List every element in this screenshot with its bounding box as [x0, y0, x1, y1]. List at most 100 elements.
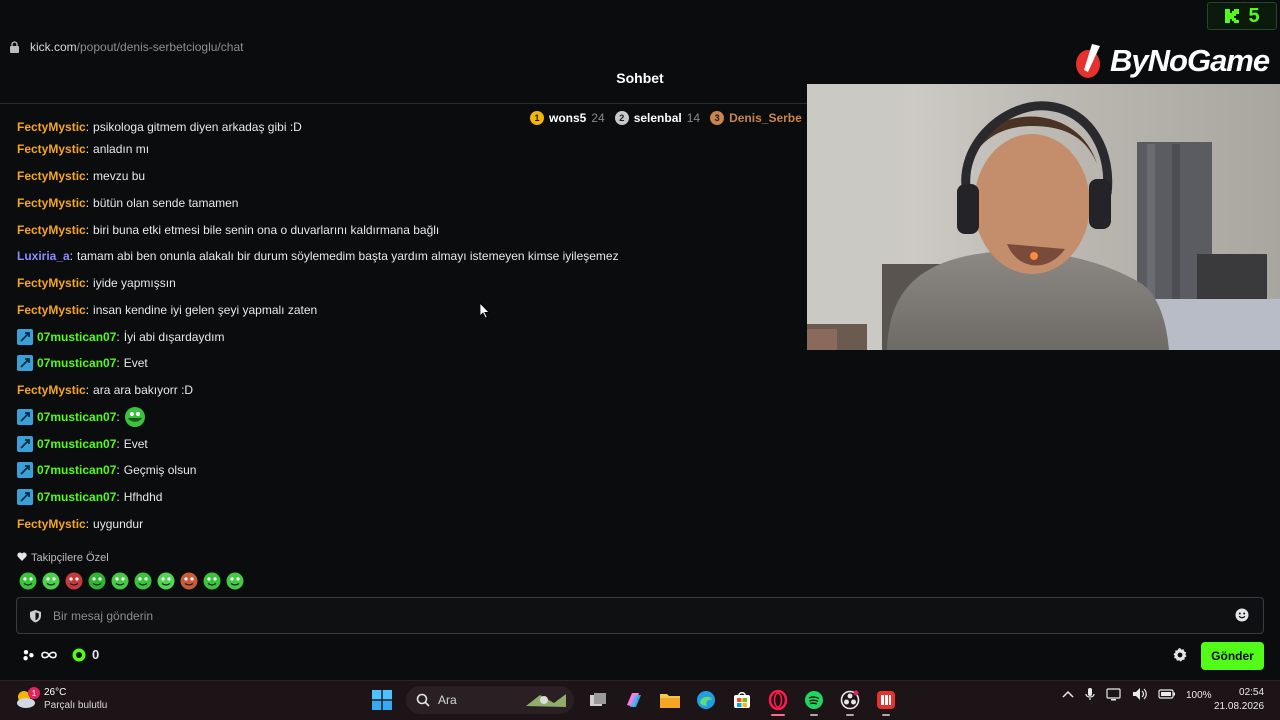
taskbar-search[interactable]: Ara [406, 686, 574, 714]
people-icon [23, 649, 34, 660]
task-view-icon[interactable] [586, 686, 610, 714]
bynogame-logo-icon [1076, 44, 1100, 78]
chat-username[interactable]: FectyMystic [17, 122, 86, 134]
address-bar[interactable]: kick.com/popout/denis-serbetcioglu/chat [0, 30, 800, 64]
message-colon: : [85, 222, 90, 237]
emoji-picker-icon[interactable] [1235, 608, 1251, 624]
emote-icon[interactable] [225, 571, 245, 591]
network-icon[interactable] [1106, 687, 1122, 704]
microphone-icon[interactable] [1084, 687, 1096, 704]
chat-message: 07mustican07: Evet [17, 430, 797, 457]
moderator-badge-icon [17, 328, 33, 345]
channel-points[interactable]: 0 [72, 647, 99, 662]
chat-input-box[interactable] [16, 597, 1264, 634]
emote-quick-row [18, 571, 245, 591]
chat-settings-icon[interactable] [1172, 647, 1188, 663]
chat-username[interactable]: 07mustican07 [37, 410, 116, 424]
obs-icon[interactable] [838, 686, 862, 716]
mouse-cursor [480, 303, 490, 319]
message-colon: : [85, 383, 90, 398]
edge-icon[interactable] [694, 686, 718, 714]
message-colon: : [69, 249, 74, 264]
opera-gx-icon[interactable] [766, 686, 790, 716]
chat-messages[interactable]: FectyMystic: psikologa gitmem diyen arkad… [17, 122, 797, 546]
chat-message: FectyMystic: ara ara bakıyorr :D [17, 377, 797, 404]
spotify-icon[interactable] [802, 686, 826, 716]
emote-icon[interactable] [18, 571, 38, 591]
chat-message-text: İyi abi dışardaydım [123, 329, 225, 344]
chat-message-text: insan kendine iyi gelen şeyi yapmalı zat… [93, 302, 318, 317]
microsoft-store-icon[interactable] [730, 686, 754, 714]
moderator-badge-icon [17, 462, 33, 479]
chat-username[interactable]: 07mustican07 [37, 490, 116, 504]
chat-username[interactable]: FectyMystic [17, 303, 86, 317]
system-clock[interactable]: 02:54 21.08.2026 [1214, 686, 1264, 714]
moderator-badge-icon [17, 435, 33, 452]
chat-username[interactable]: FectyMystic [17, 517, 86, 531]
bynogame-logo-text: ByNoGame [1110, 43, 1270, 78]
chat-message: FectyMystic: biri buna etki etmesi bile s… [17, 216, 797, 243]
file-explorer-icon[interactable] [658, 686, 682, 714]
chat-username[interactable]: FectyMystic [17, 276, 86, 290]
chat-username[interactable]: FectyMystic [17, 142, 86, 156]
red-app-icon[interactable] [874, 686, 898, 716]
chat-message-text: Evet [123, 356, 148, 371]
message-colon: : [85, 122, 90, 134]
chat-username[interactable]: 07mustican07 [37, 463, 116, 477]
followers-only-label: Takipçilere Özel [17, 552, 109, 564]
url-path: /popout/denis-serbetcioglu/chat [76, 40, 244, 54]
chat-footer-left: 0 [22, 647, 99, 662]
chat-username[interactable]: FectyMystic [17, 223, 86, 237]
message-colon: : [85, 302, 90, 317]
emote-icon[interactable] [87, 571, 107, 591]
url-host: kick.com [30, 40, 77, 54]
chat-message-text: mevzu bu [93, 169, 146, 184]
chat-username[interactable]: FectyMystic [17, 169, 86, 183]
chat-username[interactable]: 07mustican07 [37, 330, 116, 344]
chat-message-text: Geçmiş olsun [123, 463, 197, 478]
weather-widget[interactable]: 1 26°C Parçalı bulutlu [14, 686, 107, 712]
screen: kick.com/popout/denis-serbetcioglu/chat … [0, 0, 1280, 720]
chat-username[interactable]: 07mustican07 [37, 437, 116, 451]
chat-message-text: anladın mı [93, 142, 150, 157]
emote-icon[interactable] [110, 571, 130, 591]
chat-message: FectyMystic: uygundur [17, 511, 797, 538]
emote-icon[interactable] [41, 571, 61, 591]
message-colon: : [85, 276, 90, 291]
chat-username[interactable]: 07mustican07 [37, 356, 116, 370]
webcam-overlay [807, 84, 1280, 350]
moderator-badge-icon [17, 408, 33, 425]
chat-username[interactable]: FectyMystic [17, 196, 86, 210]
copilot-icon[interactable] [622, 686, 646, 714]
chat-message-text: Evet [123, 436, 148, 451]
community-infinity[interactable] [22, 649, 58, 661]
emote-icon[interactable] [202, 571, 222, 591]
chat-message: Luxiria_a: tamam abi ben onunla alakalı b… [17, 243, 797, 270]
points-icon [72, 648, 86, 661]
taskbar-apps: Ara [370, 686, 898, 716]
send-button[interactable]: Gönder [1201, 642, 1264, 670]
lock-icon [8, 41, 20, 53]
chat-username[interactable]: Luxiria_a [17, 249, 70, 263]
clock-date: 21.08.2026 [1214, 701, 1265, 712]
heart-icon [17, 552, 27, 564]
running-indicator [846, 714, 854, 716]
emote-icon[interactable] [179, 571, 199, 591]
emote-icon[interactable] [133, 571, 153, 591]
message-colon: : [116, 436, 120, 451]
chat-username[interactable]: FectyMystic [17, 383, 86, 397]
battery-icon[interactable] [1158, 688, 1176, 703]
emote-icon[interactable] [156, 571, 176, 591]
emote-icon[interactable] [64, 571, 84, 591]
chat-message: FectyMystic: mevzu bu [17, 163, 797, 190]
windows-start-icon[interactable] [370, 686, 394, 714]
chat-message: FectyMystic: bütün olan sende tamamen [17, 190, 797, 217]
bynogame-logo: ByNoGame [1074, 38, 1280, 84]
chat-input[interactable] [43, 598, 1235, 633]
chevron-up-icon[interactable] [1062, 690, 1074, 701]
points-count: 0 [92, 647, 100, 662]
chat-message: FectyMystic: iyide yapmışsın [17, 270, 797, 297]
volume-icon[interactable] [1132, 687, 1148, 704]
chat-message-text: biri buna etki etmesi bile senin ona o d… [93, 222, 440, 237]
search-highlight-icon [524, 691, 568, 709]
